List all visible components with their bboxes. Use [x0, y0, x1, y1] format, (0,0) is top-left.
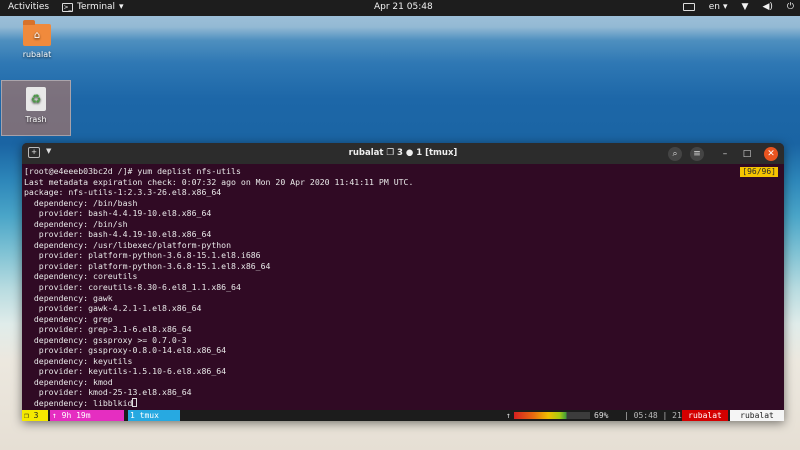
terminal-line: package: nfs-utils-1:2.3.3-26.el8.x86_64: [24, 187, 222, 198]
terminal-line: dependency: kmod: [24, 376, 113, 387]
home-folder-label: rubalat: [22, 50, 52, 59]
chevron-down-icon: ▾: [722, 2, 728, 12]
terminal-line: dependency: /bin/sh: [24, 218, 128, 229]
activities-button[interactable]: Activities: [8, 2, 49, 12]
trash[interactable]: ♻ Trash: [1, 80, 71, 136]
menu-icon[interactable]: ≡: [690, 147, 704, 161]
terminal-line: provider: platform-python-3.6.8-15.1.el8…: [24, 250, 261, 261]
terminal-line: provider: keyutils-1.5.10-6.el8.x86_64: [24, 366, 227, 377]
terminal-line: Last metadata expiration check: 0:07:32 …: [24, 176, 414, 187]
clock[interactable]: Apr 21 05:48: [374, 2, 433, 12]
home-folder[interactable]: ⌂ rubalat: [20, 20, 54, 59]
terminal-line: dependency: keyutils: [24, 355, 133, 366]
trash-icon: ♻: [26, 87, 46, 111]
terminal-line: [root@e4eeeb03bc2d /]# yum deplist nfs-u…: [24, 166, 241, 176]
uptime: ↑ 9h 19m: [50, 410, 124, 421]
hostname-segment: rubalat: [682, 410, 728, 421]
battery-arrow: ↑: [506, 411, 511, 420]
terminal-icon: >_: [62, 2, 73, 12]
terminal-line: dependency: /usr/libexec/platform-python: [24, 239, 232, 250]
minimize-icon[interactable]: –: [718, 147, 732, 161]
volume-icon[interactable]: ◀): [762, 2, 772, 12]
trash-label: Trash: [25, 115, 47, 124]
search-icon[interactable]: ⌕: [668, 147, 682, 161]
terminal-line: provider: gawk-4.2.1-1.el8.x86_64: [24, 303, 202, 314]
terminal-window[interactable]: + ▼ rubalat ❐ 3 ● 1 [tmux] ⌕ ≡ – □ ✕ [ro…: [22, 143, 784, 421]
tmux-session: ❐ 3: [22, 410, 48, 421]
terminal-line: dependency: grep: [24, 313, 113, 324]
scroll-counter: [96/96]: [740, 167, 778, 177]
maximize-icon[interactable]: □: [740, 147, 754, 161]
terminal-line: dependency: gawk: [24, 292, 113, 303]
tmux-status-bar: ❐ 3 ↑ 9h 19m 1 tmux ↑ 69% | 05:48 | 21 A…: [22, 410, 784, 421]
wifi-icon[interactable]: ▼: [742, 2, 749, 12]
app-menu-label: Terminal: [77, 2, 116, 12]
terminal-line: dependency: libblkid: [24, 398, 784, 409]
terminal-line: dependency: /bin/bash: [24, 197, 138, 208]
text-cursor: [132, 398, 138, 408]
app-menu[interactable]: >_ Terminal ▾: [62, 2, 124, 12]
power-icon[interactable]: ⏻: [787, 2, 794, 12]
title-bar[interactable]: + ▼ rubalat ❐ 3 ● 1 [tmux] ⌕ ≡ – □ ✕: [22, 143, 784, 164]
username-segment: rubalat: [730, 410, 784, 421]
home-folder-icon: ⌂: [23, 20, 51, 46]
battery-bar: [514, 412, 590, 419]
chevron-down-icon: ▾: [119, 2, 124, 12]
terminal-line: dependency: gssproxy >= 0.7.0-3: [24, 334, 187, 345]
top-bar: Activities >_ Terminal ▾ Apr 21 05:48 en…: [0, 0, 800, 16]
close-icon[interactable]: ✕: [764, 147, 778, 161]
terminal-line: provider: bash-4.4.19-10.el8.x86_64: [24, 229, 212, 240]
terminal-line: provider: gssproxy-0.8.0-14.el8.x86_64: [24, 345, 227, 356]
screen-icon[interactable]: [682, 3, 695, 11]
battery-percent: 69%: [594, 411, 609, 420]
terminal-output[interactable]: [root@e4eeeb03bc2d /]# yum deplist nfs-u…: [22, 166, 784, 409]
terminal-line: provider: grep-3.1-6.el8.x86_64: [24, 324, 192, 335]
language-label: en: [708, 2, 720, 12]
terminal-line: provider: coreutils-8.30-6.el8_1.1.x86_6…: [24, 282, 241, 293]
terminal-line: provider: kmod-25-13.el8.x86_64: [24, 387, 192, 398]
system-tray[interactable]: en ▾ ▼ ◀) ⏻: [682, 2, 794, 12]
tmux-window-tab[interactable]: 1 tmux: [128, 410, 180, 421]
terminal-line: provider: bash-4.4.19-10.el8.x86_64: [24, 208, 212, 219]
language-selector[interactable]: en ▾: [709, 2, 728, 12]
terminal-line: dependency: coreutils: [24, 271, 138, 282]
terminal-line: provider: platform-python-3.6.8-15.1.el8…: [24, 260, 271, 271]
